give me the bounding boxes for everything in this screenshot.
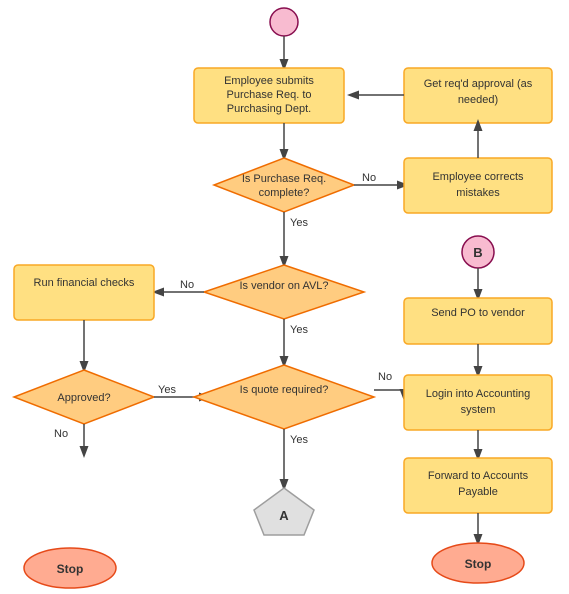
run-financial-box [14,265,154,320]
svg-text:A: A [279,508,289,523]
svg-text:Yes: Yes [158,384,176,396]
svg-text:Forward to Accounts: Forward to Accounts [428,470,529,482]
svg-text:Purchasing Dept.: Purchasing Dept. [227,103,311,115]
svg-text:Stop: Stop [465,557,492,571]
employee-corrects-box [404,158,552,213]
login-accounting-box [404,375,552,430]
svg-text:Employee corrects: Employee corrects [432,171,524,183]
svg-text:No: No [378,371,392,383]
start-circle [270,8,298,36]
svg-text:Is quote required?: Is quote required? [240,384,329,396]
svg-text:Stop: Stop [57,562,84,576]
svg-text:No: No [362,172,376,184]
svg-text:Payable: Payable [458,486,498,498]
svg-text:Purchase Req. to: Purchase Req. to [227,89,312,101]
svg-text:Yes: Yes [290,324,308,336]
svg-text:Is vendor on AVL?: Is vendor on AVL? [239,280,328,292]
svg-text:B: B [473,245,482,260]
svg-text:No: No [54,428,68,440]
svg-text:complete?: complete? [259,187,310,199]
svg-text:Get req'd approval (as: Get req'd approval (as [424,78,533,90]
is-vendor-avl-diamond [204,265,364,319]
svg-text:Yes: Yes [290,217,308,229]
svg-text:Send PO to vendor: Send PO to vendor [431,307,525,319]
svg-text:Approved?: Approved? [57,392,110,404]
flowchart: Employee submits Purchase Req. to Purcha… [0,0,569,594]
svg-text:system: system [461,404,496,416]
svg-text:Login into Accounting: Login into Accounting [426,388,531,400]
employee-submits-label: Employee submits [224,75,314,87]
svg-text:Run financial checks: Run financial checks [34,277,135,289]
svg-text:mistakes: mistakes [456,187,500,199]
svg-text:No: No [180,279,194,291]
is-complete-diamond [214,158,354,212]
send-po-box [404,298,552,344]
svg-text:needed): needed) [458,94,498,106]
svg-text:Is Purchase Req.: Is Purchase Req. [242,173,326,185]
is-quote-required-diamond [194,365,374,429]
svg-text:Yes: Yes [290,434,308,446]
